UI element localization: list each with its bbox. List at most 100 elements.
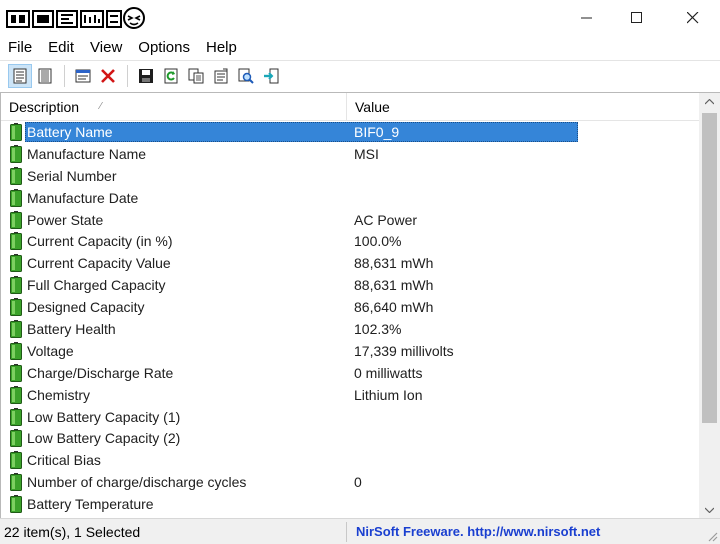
battery-icon	[10, 232, 22, 251]
item-description: Battery Temperature	[27, 496, 154, 513]
properties-button[interactable]	[209, 64, 233, 88]
maximize-icon	[631, 12, 642, 23]
copy-button[interactable]	[184, 64, 208, 88]
detail-view-icon	[38, 68, 52, 83]
battery-icon	[10, 320, 22, 339]
scroll-down-button[interactable]	[699, 501, 720, 518]
app-logo	[6, 7, 145, 29]
list-item[interactable]: Power State AC Power	[1, 209, 699, 231]
exit-button[interactable]	[259, 64, 283, 88]
battery-icon	[10, 276, 22, 295]
battery-icon	[10, 429, 22, 448]
list-item[interactable]: Designed Capacity 86,640 mWh	[1, 296, 699, 318]
list-item[interactable]: Full Charged Capacity 88,631 mWh	[1, 274, 699, 296]
properties-window-button[interactable]	[71, 64, 95, 88]
battery-icon	[10, 451, 22, 470]
menu-view[interactable]: View	[82, 36, 130, 60]
list-item[interactable]: Current Capacity (in %) 100.0%	[1, 230, 699, 252]
item-description: Battery Health	[27, 321, 116, 338]
list-item[interactable]: Manufacture Date	[1, 187, 699, 209]
battery-icon	[10, 188, 22, 207]
battery-icon	[10, 385, 22, 404]
list-item[interactable]: Voltage 17,339 millivolts	[1, 340, 699, 362]
scroll-up-button[interactable]	[699, 93, 720, 111]
list-item[interactable]: Charge/Discharge Rate 0 milliwatts	[1, 362, 699, 384]
properties-icon	[214, 68, 228, 83]
list-rows: Battery Name BIF0_9 Manufacture Name MSI Ser…	[1, 121, 699, 515]
delete-icon	[101, 68, 115, 83]
menu-bar: File Edit View Options Help	[0, 36, 720, 60]
battery-info-list[interactable]: Description ⁄ Value Battery Name BIF0_9 Ma…	[0, 92, 720, 518]
list-item[interactable]: Current Capacity Value 88,631 mWh	[1, 252, 699, 274]
menu-options[interactable]: Options	[130, 36, 198, 60]
column-header-description-label: Description	[9, 99, 80, 115]
list-item[interactable]: Serial Number	[1, 165, 699, 187]
title-bar	[0, 0, 720, 36]
status-bar: 22 item(s), 1 Selected NirSoft Freeware.…	[0, 518, 720, 544]
item-description: Current Capacity (in %)	[27, 233, 173, 250]
sort-ascending-icon: ⁄	[100, 101, 102, 112]
list-item[interactable]: Battery Health 102.3%	[1, 318, 699, 340]
menu-file[interactable]: File	[0, 36, 40, 60]
nirsoft-link[interactable]: NirSoft Freeware. http://www.nirsoft.net	[356, 519, 600, 544]
item-value: MSI	[354, 145, 379, 162]
item-value: BIF0_9	[354, 124, 400, 140]
item-description: Serial Number	[27, 167, 117, 184]
battery-icon	[10, 210, 22, 229]
list-item[interactable]: Number of charge/discharge cycles 0	[1, 471, 699, 493]
item-description: Designed Capacity	[27, 299, 145, 316]
item-description: Manufacture Name	[27, 145, 147, 162]
find-button[interactable]	[234, 64, 258, 88]
item-description: Current Capacity Value	[27, 255, 171, 272]
scroll-thumb[interactable]	[702, 113, 717, 423]
item-description: Voltage	[27, 342, 74, 359]
refresh-icon	[164, 68, 178, 83]
chevron-down-icon	[705, 507, 714, 513]
battery-icon	[10, 298, 22, 317]
list-item[interactable]: Low Battery Capacity (1)	[1, 406, 699, 428]
list-item[interactable]: Low Battery Capacity (2)	[1, 427, 699, 449]
menu-edit[interactable]: Edit	[40, 36, 82, 60]
item-description: Chemistry	[27, 386, 91, 403]
item-value: 86,640 mWh	[354, 299, 434, 316]
list-header: Description ⁄ Value	[1, 93, 699, 121]
item-value: 102.3%	[354, 321, 402, 338]
item-description: Manufacture Date	[27, 189, 139, 206]
item-value: Lithium Ion	[354, 386, 423, 403]
list-item[interactable]: Critical Bias	[1, 449, 699, 471]
column-header-value-label: Value	[355, 99, 390, 115]
maximize-button[interactable]	[614, 0, 660, 36]
save-icon	[139, 68, 153, 83]
item-description: Low Battery Capacity (2)	[27, 430, 181, 447]
battery-icon	[10, 254, 22, 273]
minimize-button[interactable]	[564, 0, 610, 36]
item-value: 0 milliwatts	[354, 364, 423, 381]
resize-grip-icon[interactable]	[706, 530, 718, 542]
detail-view-button[interactable]	[33, 64, 57, 88]
list-item[interactable]: Battery Name BIF0_9	[1, 121, 699, 143]
list-item[interactable]: Chemistry Lithium Ion	[1, 384, 699, 406]
minimize-icon	[581, 17, 592, 19]
vertical-scrollbar[interactable]	[699, 93, 720, 518]
battery-icon	[10, 123, 22, 141]
list-item[interactable]: Manufacture Name MSI	[1, 143, 699, 165]
item-description: Number of charge/discharge cycles	[27, 474, 247, 491]
item-description: Full Charged Capacity	[27, 277, 166, 294]
battery-icon	[10, 363, 22, 382]
save-button[interactable]	[134, 64, 158, 88]
item-value: 88,631 mWh	[354, 255, 434, 272]
battery-icon	[10, 144, 22, 163]
item-description: Power State	[27, 211, 104, 228]
refresh-button[interactable]	[159, 64, 183, 88]
list-item[interactable]: Battery Temperature	[1, 493, 699, 515]
toolbar-separator	[64, 64, 65, 87]
close-icon	[687, 12, 699, 24]
find-icon	[238, 68, 254, 84]
delete-button[interactable]	[96, 64, 120, 88]
html-report-view-button[interactable]	[8, 63, 32, 88]
column-header-description[interactable]: Description ⁄	[1, 93, 347, 121]
battery-icon	[10, 473, 22, 492]
menu-help[interactable]: Help	[198, 36, 245, 60]
close-button[interactable]	[670, 0, 716, 36]
column-header-value[interactable]: Value	[347, 93, 699, 121]
